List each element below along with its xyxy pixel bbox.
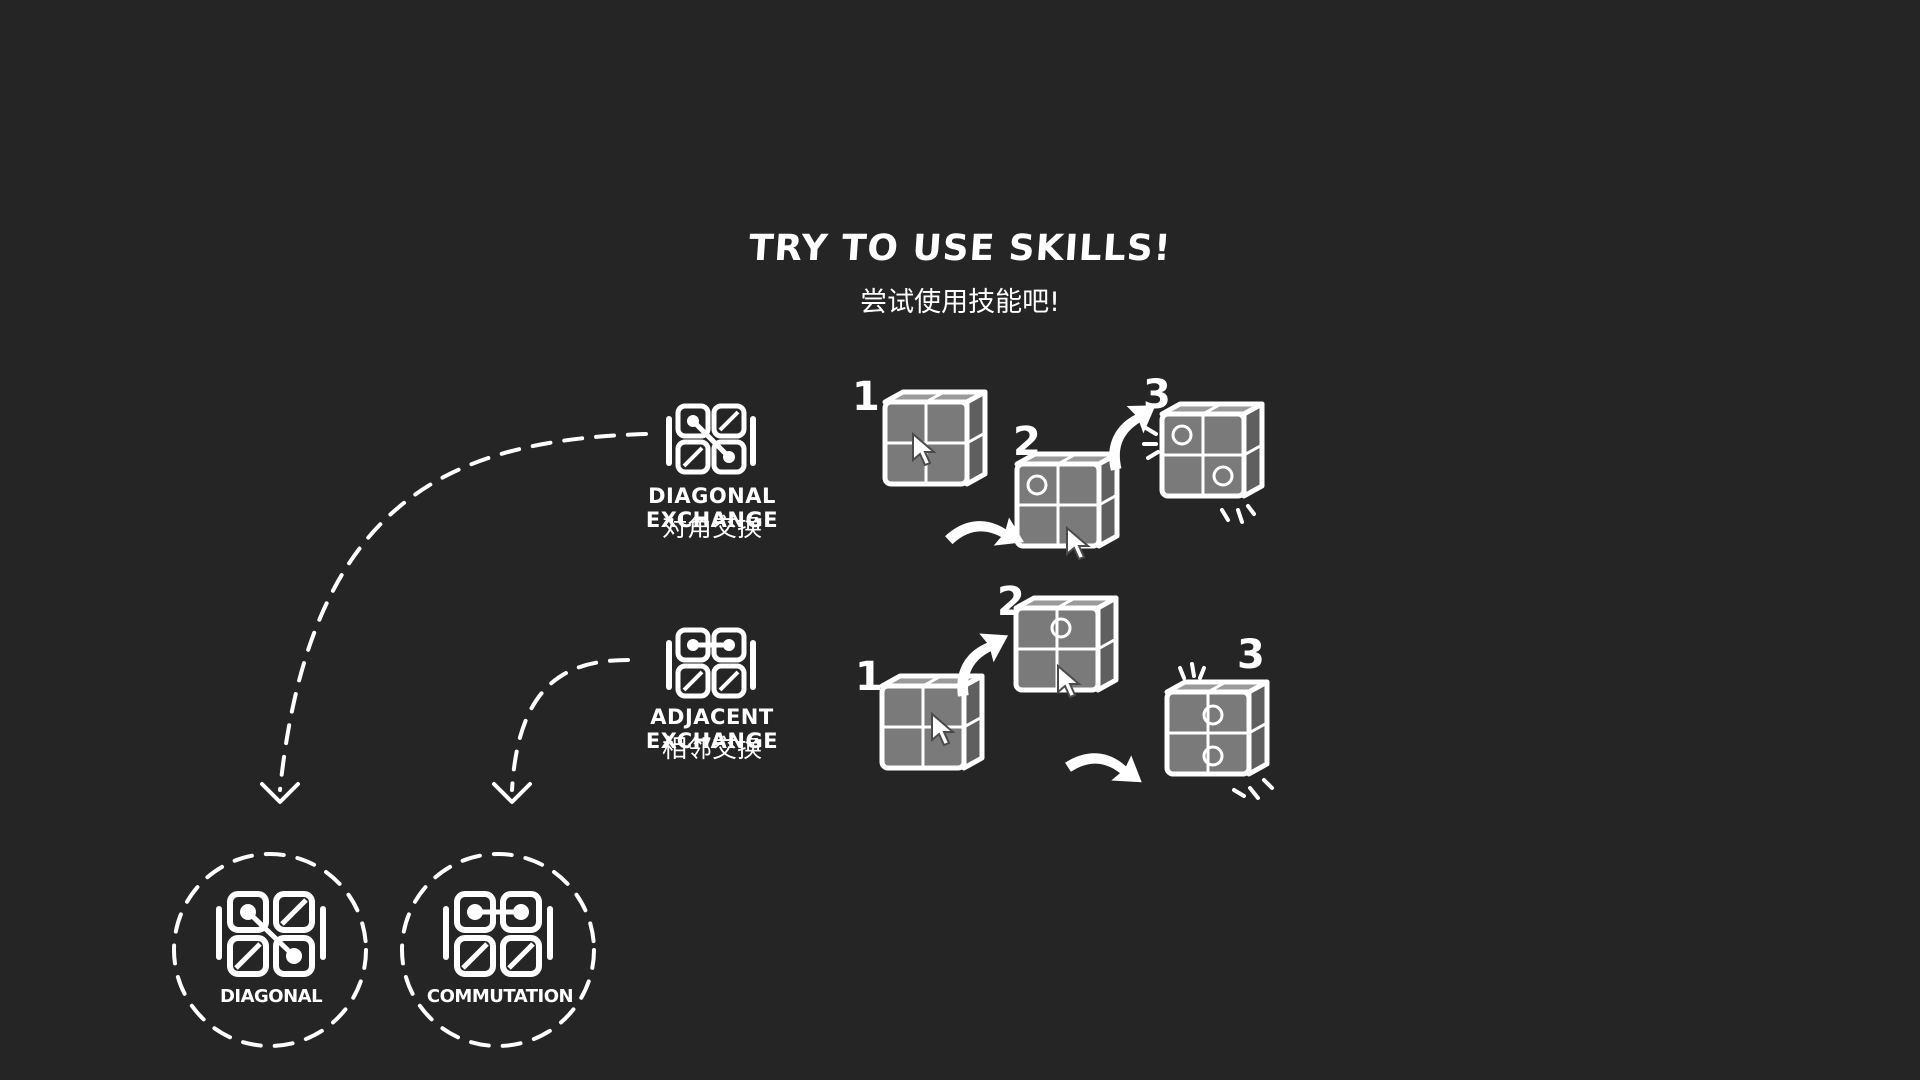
adjacent-step-1: 1 xyxy=(855,654,883,700)
commutation-skill-icon xyxy=(443,891,553,977)
adjacent-cube-step-3 xyxy=(1167,682,1267,774)
adjacent-step-3: 3 xyxy=(1237,632,1265,678)
diagonal-exchange-icon xyxy=(666,403,756,475)
diagonal-skill-icon xyxy=(216,891,326,977)
adjacent-exchange-icon xyxy=(666,627,756,699)
adjacent-cube-step-2 xyxy=(1016,598,1116,698)
commutation-badge-ring xyxy=(400,852,596,1048)
diagonal-cube-step-2 xyxy=(1017,454,1117,560)
diagonal-cube-step-3 xyxy=(1162,404,1262,496)
adjacent-arrow-2 xyxy=(1062,726,1151,809)
diagonal-guide-path xyxy=(278,432,648,792)
diagonal-badge-ring xyxy=(172,852,368,1048)
tutorial-illustration: 1 2 3 1 2 3 xyxy=(172,372,1274,1048)
diagonal-cube-step-1 xyxy=(885,392,985,484)
adjacent-guide-path xyxy=(510,658,630,792)
diagonal-step-1: 1 xyxy=(852,374,880,420)
diagonal-guide-arrowhead xyxy=(260,782,300,804)
